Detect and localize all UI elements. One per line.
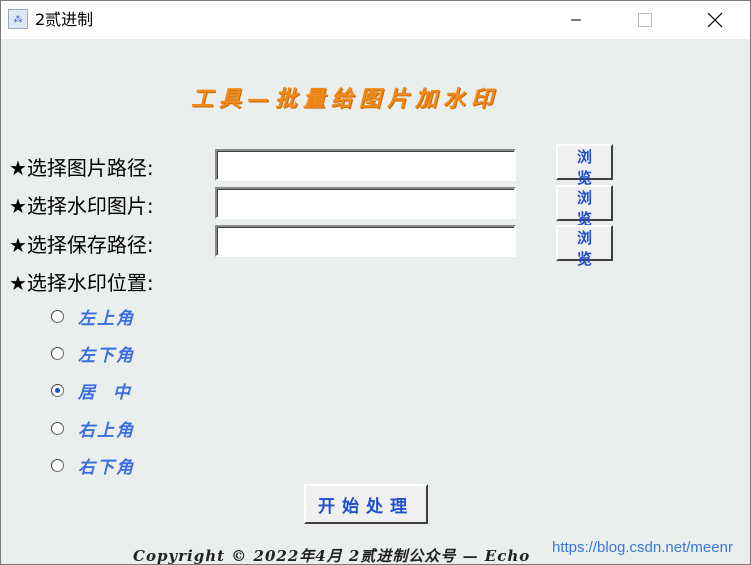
radio-top-right[interactable]: 右上角: [51, 416, 135, 441]
browse-image-path-button[interactable]: 浏 览: [556, 144, 613, 187]
radio-top-left[interactable]: 左上角: [51, 304, 135, 329]
radio-label: 右下角: [78, 457, 135, 478]
close-button[interactable]: [692, 1, 738, 39]
image-path-input[interactable]: [215, 149, 516, 181]
radio-bottom-left[interactable]: 左下角: [51, 341, 135, 366]
watermark-image-input[interactable]: [215, 187, 516, 219]
minimize-button[interactable]: [553, 1, 599, 39]
app-window: ⁂ 2贰进制 工具—批量给图片加水印 ★选择图片路径: 浏 览 ★选择水印图片:…: [0, 0, 751, 565]
source-watermark: https://blog.csdn.net/meenr: [552, 539, 733, 556]
radio-label: 左上角: [78, 308, 135, 329]
radio-button-icon[interactable]: [51, 383, 64, 397]
app-icon[interactable]: ⁂: [8, 9, 28, 29]
radio-bottom-right[interactable]: 右下角: [51, 453, 135, 478]
watermark-position-label: ★选择水印位置:: [9, 271, 154, 295]
banner-title: 工具—批量给图片加水印: [191, 86, 500, 112]
browse-watermark-image-button[interactable]: 浏 览: [556, 185, 613, 228]
radio-button-icon[interactable]: [51, 309, 64, 323]
save-path-input[interactable]: [215, 225, 516, 257]
client-area: 工具—批量给图片加水印 ★选择图片路径: 浏 览 ★选择水印图片: 浏 览 ★选…: [1, 39, 750, 564]
radio-label: 右上角: [78, 420, 135, 441]
radio-label: 左下角: [78, 345, 135, 366]
title-bar[interactable]: ⁂ 2贰进制: [1, 1, 750, 39]
watermark-image-label: ★选择水印图片:: [9, 194, 154, 218]
radio-button-icon[interactable]: [51, 458, 64, 472]
radio-center[interactable]: 居 中: [51, 378, 132, 403]
close-icon: [707, 12, 723, 28]
save-path-label: ★选择保存路径:: [9, 233, 154, 257]
radio-label: 居 中: [78, 382, 132, 403]
maximize-button[interactable]: [622, 1, 668, 39]
image-path-label: ★选择图片路径:: [9, 156, 154, 180]
radio-button-icon[interactable]: [51, 346, 64, 360]
maximize-icon: [638, 13, 652, 27]
start-processing-button[interactable]: 开始处理: [304, 484, 428, 524]
radio-button-icon[interactable]: [51, 421, 64, 435]
browse-save-path-button[interactable]: 浏 览: [556, 225, 613, 268]
window-title: 2贰进制: [35, 10, 94, 29]
minimize-icon: [571, 19, 581, 21]
copyright-footer: Copyright © 2022年4月 2贰进制公众号 — Echo: [133, 547, 531, 565]
